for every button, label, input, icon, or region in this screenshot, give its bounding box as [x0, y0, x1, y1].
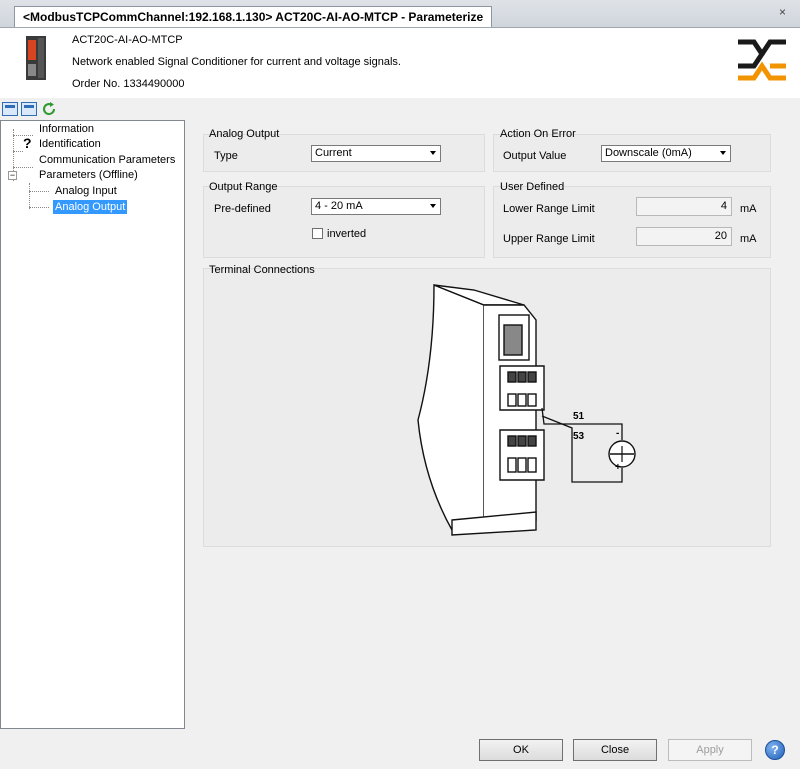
user-defined-title: User Defined: [500, 181, 565, 193]
inverted-checkbox[interactable]: [312, 228, 323, 239]
tree-connector: [13, 167, 33, 168]
device-thumbnail-icon: [26, 36, 46, 80]
predefined-select[interactable]: 4 - 20 mA: [311, 198, 441, 215]
type-select-value: Current: [315, 147, 352, 159]
inverted-label: inverted: [327, 228, 367, 240]
action-on-error-title: Action On Error: [500, 128, 576, 140]
navigation-tree: Information ? Identification Communicati…: [0, 120, 185, 729]
terminal-connections-title: Terminal Connections: [209, 264, 315, 276]
tree-item-identification[interactable]: Identification: [39, 137, 101, 151]
chevron-down-icon: [430, 151, 436, 155]
close-icon[interactable]: ×: [779, 5, 786, 19]
minus-label: -: [616, 428, 620, 439]
tree-item-parameters-offline[interactable]: Parameters (Offline): [39, 168, 138, 182]
predefined-label: Pre-defined: [214, 203, 271, 215]
tree-connector: [13, 151, 23, 152]
tree-item-information[interactable]: Information: [39, 122, 94, 136]
output-value-select[interactable]: Downscale (0mA): [601, 145, 731, 162]
help-icon[interactable]: ?: [765, 740, 785, 760]
question-icon: ?: [23, 135, 32, 151]
split-view-icon[interactable]: [21, 102, 37, 116]
lower-range-field[interactable]: 4: [636, 197, 732, 216]
terminal-53-label: 53: [573, 431, 585, 442]
output-range-group: [203, 186, 485, 258]
upper-range-unit: mA: [740, 233, 757, 245]
device-name: ACT20C-AI-AO-MTCP: [72, 34, 183, 46]
lower-range-unit: mA: [740, 203, 757, 215]
company-logo-icon: [738, 39, 786, 81]
apply-button[interactable]: Apply: [668, 739, 752, 761]
chevron-down-icon: [430, 204, 436, 208]
document-tab[interactable]: <ModbusTCPCommChannel:192.168.1.130> ACT…: [14, 6, 493, 27]
output-value-label: Output Value: [503, 150, 567, 162]
upper-range-label: Upper Range Limit: [503, 233, 595, 245]
type-label: Type: [214, 150, 238, 162]
tree-connector: [29, 183, 30, 209]
plus-label: +: [615, 462, 621, 473]
analog-output-title: Analog Output: [209, 128, 280, 140]
tree-item-communication-parameters[interactable]: Communication Parameters: [39, 153, 175, 167]
tree-item-analog-output[interactable]: Analog Output: [53, 200, 128, 214]
close-button[interactable]: Close: [573, 739, 657, 761]
refresh-icon[interactable]: [41, 101, 57, 117]
chevron-down-icon: [720, 151, 726, 155]
upper-range-field[interactable]: 20: [636, 227, 732, 246]
output-value-select-value: Downscale (0mA): [605, 147, 692, 159]
order-number: Order No. 1334490000: [72, 78, 185, 90]
terminal-51-label: 51: [573, 411, 585, 422]
collapse-icon[interactable]: −: [8, 171, 17, 180]
device-description: Network enabled Signal Conditioner for c…: [72, 56, 401, 68]
layout-view-icon[interactable]: [2, 102, 18, 116]
predefined-select-value: 4 - 20 mA: [315, 200, 363, 212]
tree-connector: [29, 191, 49, 192]
output-range-title: Output Range: [209, 181, 278, 193]
tab-bar: <ModbusTCPCommChannel:192.168.1.130> ACT…: [0, 0, 800, 28]
lower-range-label: Lower Range Limit: [503, 203, 595, 215]
tree-connector: [29, 207, 49, 208]
device-header: ACT20C-AI-AO-MTCP Network enabled Signal…: [0, 28, 800, 98]
ok-button[interactable]: OK: [479, 739, 563, 761]
tree-item-analog-input[interactable]: Analog Input: [55, 184, 117, 198]
terminal-diagram: [417, 283, 636, 536]
type-select[interactable]: Current: [311, 145, 441, 162]
